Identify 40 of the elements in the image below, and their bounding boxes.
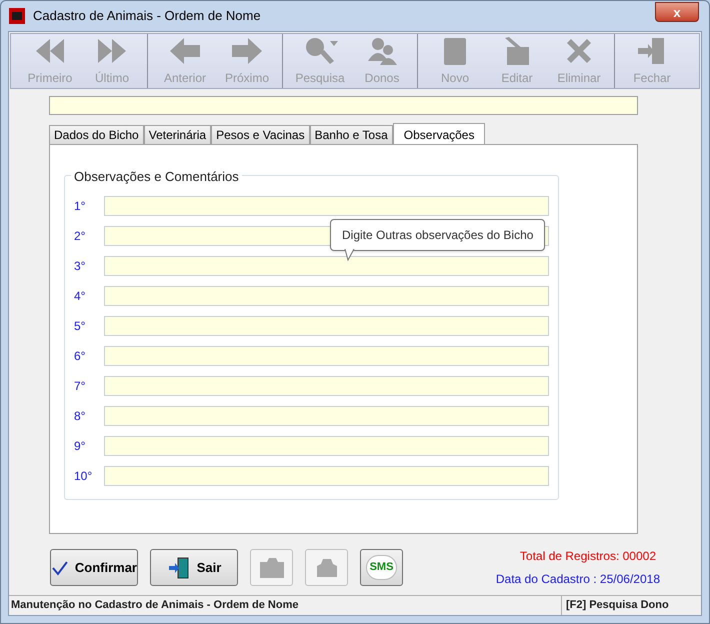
observation-field[interactable] (104, 316, 549, 336)
observation-field[interactable] (104, 376, 549, 396)
camera-icon (258, 556, 286, 580)
observation-field[interactable] (104, 466, 549, 486)
app-logo-icon (9, 8, 25, 24)
row-label: 10° (74, 468, 94, 485)
tab[interactable]: Observações (392, 123, 486, 145)
observation-field[interactable] (104, 406, 549, 426)
checkmark-icon (51, 560, 69, 576)
tab[interactable]: Dados do Bicho (49, 125, 144, 144)
close-button[interactable]: x (655, 2, 699, 22)
row-label: 6° (74, 348, 86, 365)
confirm-button[interactable]: Confirmar (50, 549, 138, 586)
row-label: 1° (74, 198, 86, 215)
row-label: 2° (74, 228, 86, 245)
name-field[interactable] (49, 96, 638, 115)
row-label: 7° (74, 378, 86, 395)
tooltip: Digite Outras observações do Bicho (330, 219, 546, 251)
exit-door-icon (166, 556, 191, 580)
total-records: Total de Registros: 00002 (520, 548, 656, 565)
observation-field[interactable] (104, 286, 549, 306)
tab[interactable]: Veterinária (144, 125, 212, 144)
row-label: 3° (74, 258, 86, 275)
tab[interactable]: Banho e Tosa (310, 125, 393, 144)
row-label: 8° (74, 408, 86, 425)
tooltip-tail (344, 249, 356, 261)
sms-button[interactable]: SMS (360, 549, 403, 586)
status-text: Manutenção no Cadastro de Animais - Ordem de Nome (10, 598, 300, 613)
window-title: Cadastro de Animais - Ordem de Nome (33, 7, 261, 26)
register-date: Data do Cadastro : 25/06/2018 (496, 571, 660, 588)
exit-button[interactable]: Sair (150, 549, 238, 586)
observation-field[interactable] (104, 346, 549, 366)
observation-field[interactable] (104, 436, 549, 456)
row-label: 5° (74, 318, 86, 335)
observation-field[interactable] (104, 196, 549, 216)
observation-field[interactable] (104, 256, 549, 276)
tab[interactable]: Pesos e Vacinas (211, 125, 310, 144)
status-hint: [F2] Pesquisa Dono (561, 596, 701, 615)
row-label: 9° (74, 438, 86, 455)
row-label: 4° (74, 288, 86, 305)
